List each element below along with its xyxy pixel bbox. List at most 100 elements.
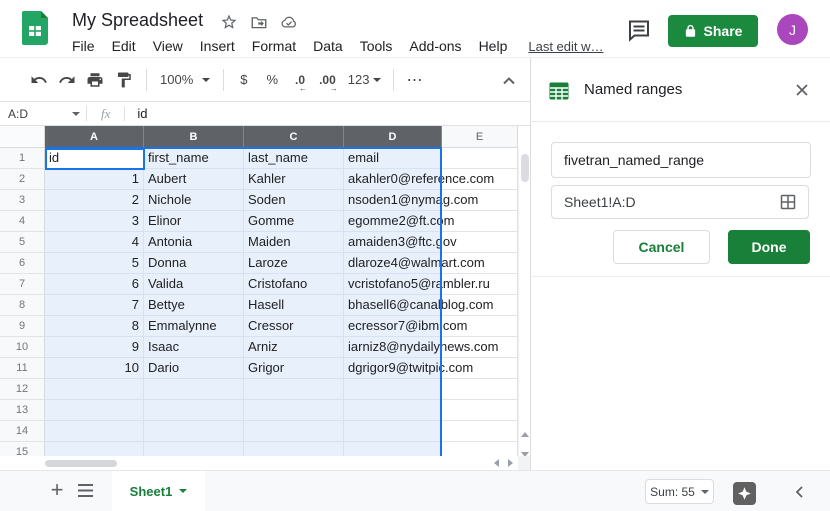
cancel-button[interactable]: Cancel xyxy=(613,230,710,264)
range-name-field[interactable] xyxy=(551,142,811,178)
menu-data[interactable]: Data xyxy=(313,38,343,54)
cell-C13[interactable] xyxy=(244,400,344,421)
row-header-10[interactable]: 10 xyxy=(0,337,45,358)
close-panel-icon[interactable] xyxy=(793,81,811,99)
sheet-tab[interactable]: Sheet1 xyxy=(112,471,205,511)
cell-E15[interactable] xyxy=(442,442,518,456)
row-header-4[interactable]: 4 xyxy=(0,211,45,232)
explore-button[interactable] xyxy=(733,482,756,505)
cell-E12[interactable] xyxy=(442,379,518,400)
cell-A1[interactable]: id xyxy=(45,148,144,169)
cell-A14[interactable] xyxy=(45,421,144,442)
star-icon[interactable] xyxy=(220,13,238,31)
number-format-button[interactable]: 123 xyxy=(348,72,370,87)
comment-history-icon[interactable] xyxy=(626,18,652,42)
cell-B7[interactable]: Valida xyxy=(144,274,244,295)
cell-D14[interactable] xyxy=(344,421,442,442)
cell-D8[interactable]: bhasell6@canalblog.com xyxy=(344,295,442,316)
menu-add-ons[interactable]: Add-ons xyxy=(409,38,461,54)
add-sheet-button[interactable]: + xyxy=(46,477,68,503)
more-toolbar-button[interactable]: ⋯ xyxy=(406,70,423,90)
menu-insert[interactable]: Insert xyxy=(200,38,235,54)
cell-B2[interactable]: Aubert xyxy=(144,169,244,190)
column-header-A[interactable]: A xyxy=(45,126,144,148)
cell-D11[interactable]: dgrigor9@twitpic.com xyxy=(344,358,442,379)
cell-D10[interactable]: iarniz8@nydailynews.com xyxy=(344,337,442,358)
cell-B10[interactable]: Isaac xyxy=(144,337,244,358)
cell-D15[interactable] xyxy=(344,442,442,456)
menu-view[interactable]: View xyxy=(153,38,183,54)
done-button[interactable]: Done xyxy=(728,230,810,264)
scroll-right-icon[interactable] xyxy=(508,459,513,467)
cell-D7[interactable]: vcristofano5@rambler.ru xyxy=(344,274,442,295)
cell-A8[interactable]: 7 xyxy=(45,295,144,316)
cell-C4[interactable]: Gomme xyxy=(244,211,344,232)
row-header-12[interactable]: 12 xyxy=(0,379,45,400)
cell-A3[interactable]: 2 xyxy=(45,190,144,211)
cell-A10[interactable]: 9 xyxy=(45,337,144,358)
cell-D2[interactable]: akahler0@reference.com xyxy=(344,169,442,190)
format-currency-button[interactable]: $ xyxy=(240,72,247,87)
cell-D3[interactable]: nsoden1@nymag.com xyxy=(344,190,442,211)
cell-B1[interactable]: first_name xyxy=(144,148,244,169)
cell-D1[interactable]: email xyxy=(344,148,442,169)
column-header-E[interactable]: E xyxy=(442,126,518,148)
cell-B11[interactable]: Dario xyxy=(144,358,244,379)
last-edit-link[interactable]: Last edit w… xyxy=(528,39,603,54)
avatar[interactable]: J xyxy=(777,14,808,45)
increase-decimal-button[interactable]: .00→ xyxy=(319,73,336,87)
share-button[interactable]: Share xyxy=(668,15,758,47)
hide-toolbar-chevron-icon[interactable] xyxy=(500,72,518,90)
cell-A7[interactable]: 6 xyxy=(45,274,144,295)
cell-A12[interactable] xyxy=(45,379,144,400)
undo-icon[interactable] xyxy=(30,71,48,89)
all-sheets-icon[interactable] xyxy=(78,484,93,497)
row-header-1[interactable]: 1 xyxy=(0,148,45,169)
menu-file[interactable]: File xyxy=(72,38,95,54)
document-title[interactable]: My Spreadsheet xyxy=(72,10,203,31)
cell-D4[interactable]: egomme2@ft.com xyxy=(344,211,442,232)
cell-C15[interactable] xyxy=(244,442,344,456)
cell-A6[interactable]: 5 xyxy=(45,253,144,274)
menu-help[interactable]: Help xyxy=(479,38,508,54)
cell-A11[interactable]: 10 xyxy=(45,358,144,379)
cell-C10[interactable]: Arniz xyxy=(244,337,344,358)
cell-E13[interactable] xyxy=(442,400,518,421)
row-header-11[interactable]: 11 xyxy=(0,358,45,379)
cell-B8[interactable]: Bettye xyxy=(144,295,244,316)
row-header-5[interactable]: 5 xyxy=(0,232,45,253)
column-header-B[interactable]: B xyxy=(144,126,244,148)
cell-C9[interactable]: Cressor xyxy=(244,316,344,337)
cell-A15[interactable] xyxy=(45,442,144,456)
cell-B6[interactable]: Donna xyxy=(144,253,244,274)
cell-D9[interactable]: ecressor7@ibm.com xyxy=(344,316,442,337)
menu-tools[interactable]: Tools xyxy=(360,38,393,54)
cell-C2[interactable]: Kahler xyxy=(244,169,344,190)
scroll-up-icon[interactable] xyxy=(521,432,529,437)
range-name-input[interactable] xyxy=(564,152,798,168)
cell-E1[interactable] xyxy=(442,148,518,169)
paint-format-icon[interactable] xyxy=(115,71,133,89)
vertical-scrollbar[interactable] xyxy=(518,148,530,456)
menu-edit[interactable]: Edit xyxy=(112,38,136,54)
cell-C3[interactable]: Soden xyxy=(244,190,344,211)
move-folder-icon[interactable] xyxy=(250,13,268,31)
cell-B14[interactable] xyxy=(144,421,244,442)
cell-B12[interactable] xyxy=(144,379,244,400)
sum-summary-button[interactable]: Sum: 55 xyxy=(645,479,714,504)
row-header-3[interactable]: 3 xyxy=(0,190,45,211)
cell-E14[interactable] xyxy=(442,421,518,442)
cell-C8[interactable]: Hasell xyxy=(244,295,344,316)
horizontal-scrollbar[interactable] xyxy=(0,456,518,470)
row-header-2[interactable]: 2 xyxy=(0,169,45,190)
column-header-C[interactable]: C xyxy=(244,126,344,148)
cell-B3[interactable]: Nichole xyxy=(144,190,244,211)
cell-C1[interactable]: last_name xyxy=(244,148,344,169)
cell-D13[interactable] xyxy=(344,400,442,421)
cloud-status-icon[interactable] xyxy=(280,13,298,31)
row-header-9[interactable]: 9 xyxy=(0,316,45,337)
horizontal-scrollbar-thumb[interactable] xyxy=(45,460,117,467)
scroll-left-icon[interactable] xyxy=(494,459,499,467)
row-header-15[interactable]: 15 xyxy=(0,442,45,456)
cell-C7[interactable]: Cristofano xyxy=(244,274,344,295)
